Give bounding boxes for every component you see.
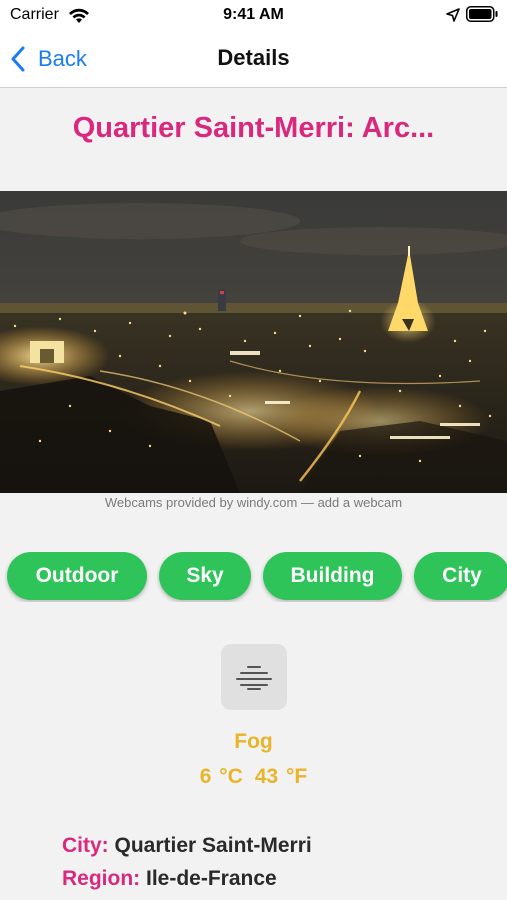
city-value: Quartier Saint-Merri xyxy=(114,834,312,857)
city-label: City: xyxy=(62,834,109,857)
weather-condition: Fog xyxy=(234,730,273,753)
region-value: Ile-de-France xyxy=(146,867,277,890)
status-time: 9:41 AM xyxy=(223,6,284,23)
webcam-title: Quartier Saint-Merri: Arc... xyxy=(72,112,435,144)
battery-icon xyxy=(466,6,498,22)
region-label: Region: xyxy=(62,867,141,890)
webcam-image[interactable] xyxy=(0,191,507,493)
windy-link[interactable]: windy.com xyxy=(237,495,297,510)
city-row: City: Quartier Saint-Merri xyxy=(62,834,312,858)
tag-sky[interactable]: Sky xyxy=(159,552,251,600)
credit-line: Webcams provided by windy.com — add a we… xyxy=(0,495,507,510)
status-bar: Carrier 9:41 AM xyxy=(0,0,507,30)
weather-temperature: 6 °C 43 °F xyxy=(0,765,507,789)
temp-celsius: 6 °C xyxy=(199,765,243,788)
back-label: Back xyxy=(38,46,87,71)
tag-building[interactable]: Building xyxy=(263,552,402,600)
tag-list: Outdoor Sky Building City xyxy=(0,552,507,602)
tag-city[interactable]: City xyxy=(414,552,507,600)
fog-icon xyxy=(236,666,272,690)
tag-outdoor[interactable]: Outdoor xyxy=(7,552,147,600)
add-webcam-link[interactable]: add a webcam xyxy=(318,495,403,510)
screen: Carrier 9:41 AM Back Details Quartier Sa… xyxy=(0,0,507,900)
chevron-left-icon xyxy=(11,46,25,72)
location-arrow-icon xyxy=(446,8,460,22)
credit-prefix: Webcams provided by xyxy=(104,495,237,510)
navigation-bar: Back Details xyxy=(0,30,507,88)
temp-fahrenheit: 43 °F xyxy=(254,765,308,788)
weather-icon-box xyxy=(221,644,287,710)
back-button[interactable]: Back xyxy=(10,42,87,76)
credit-separator: — xyxy=(297,495,318,510)
region-row: Region: Ile-de-France xyxy=(62,867,277,891)
